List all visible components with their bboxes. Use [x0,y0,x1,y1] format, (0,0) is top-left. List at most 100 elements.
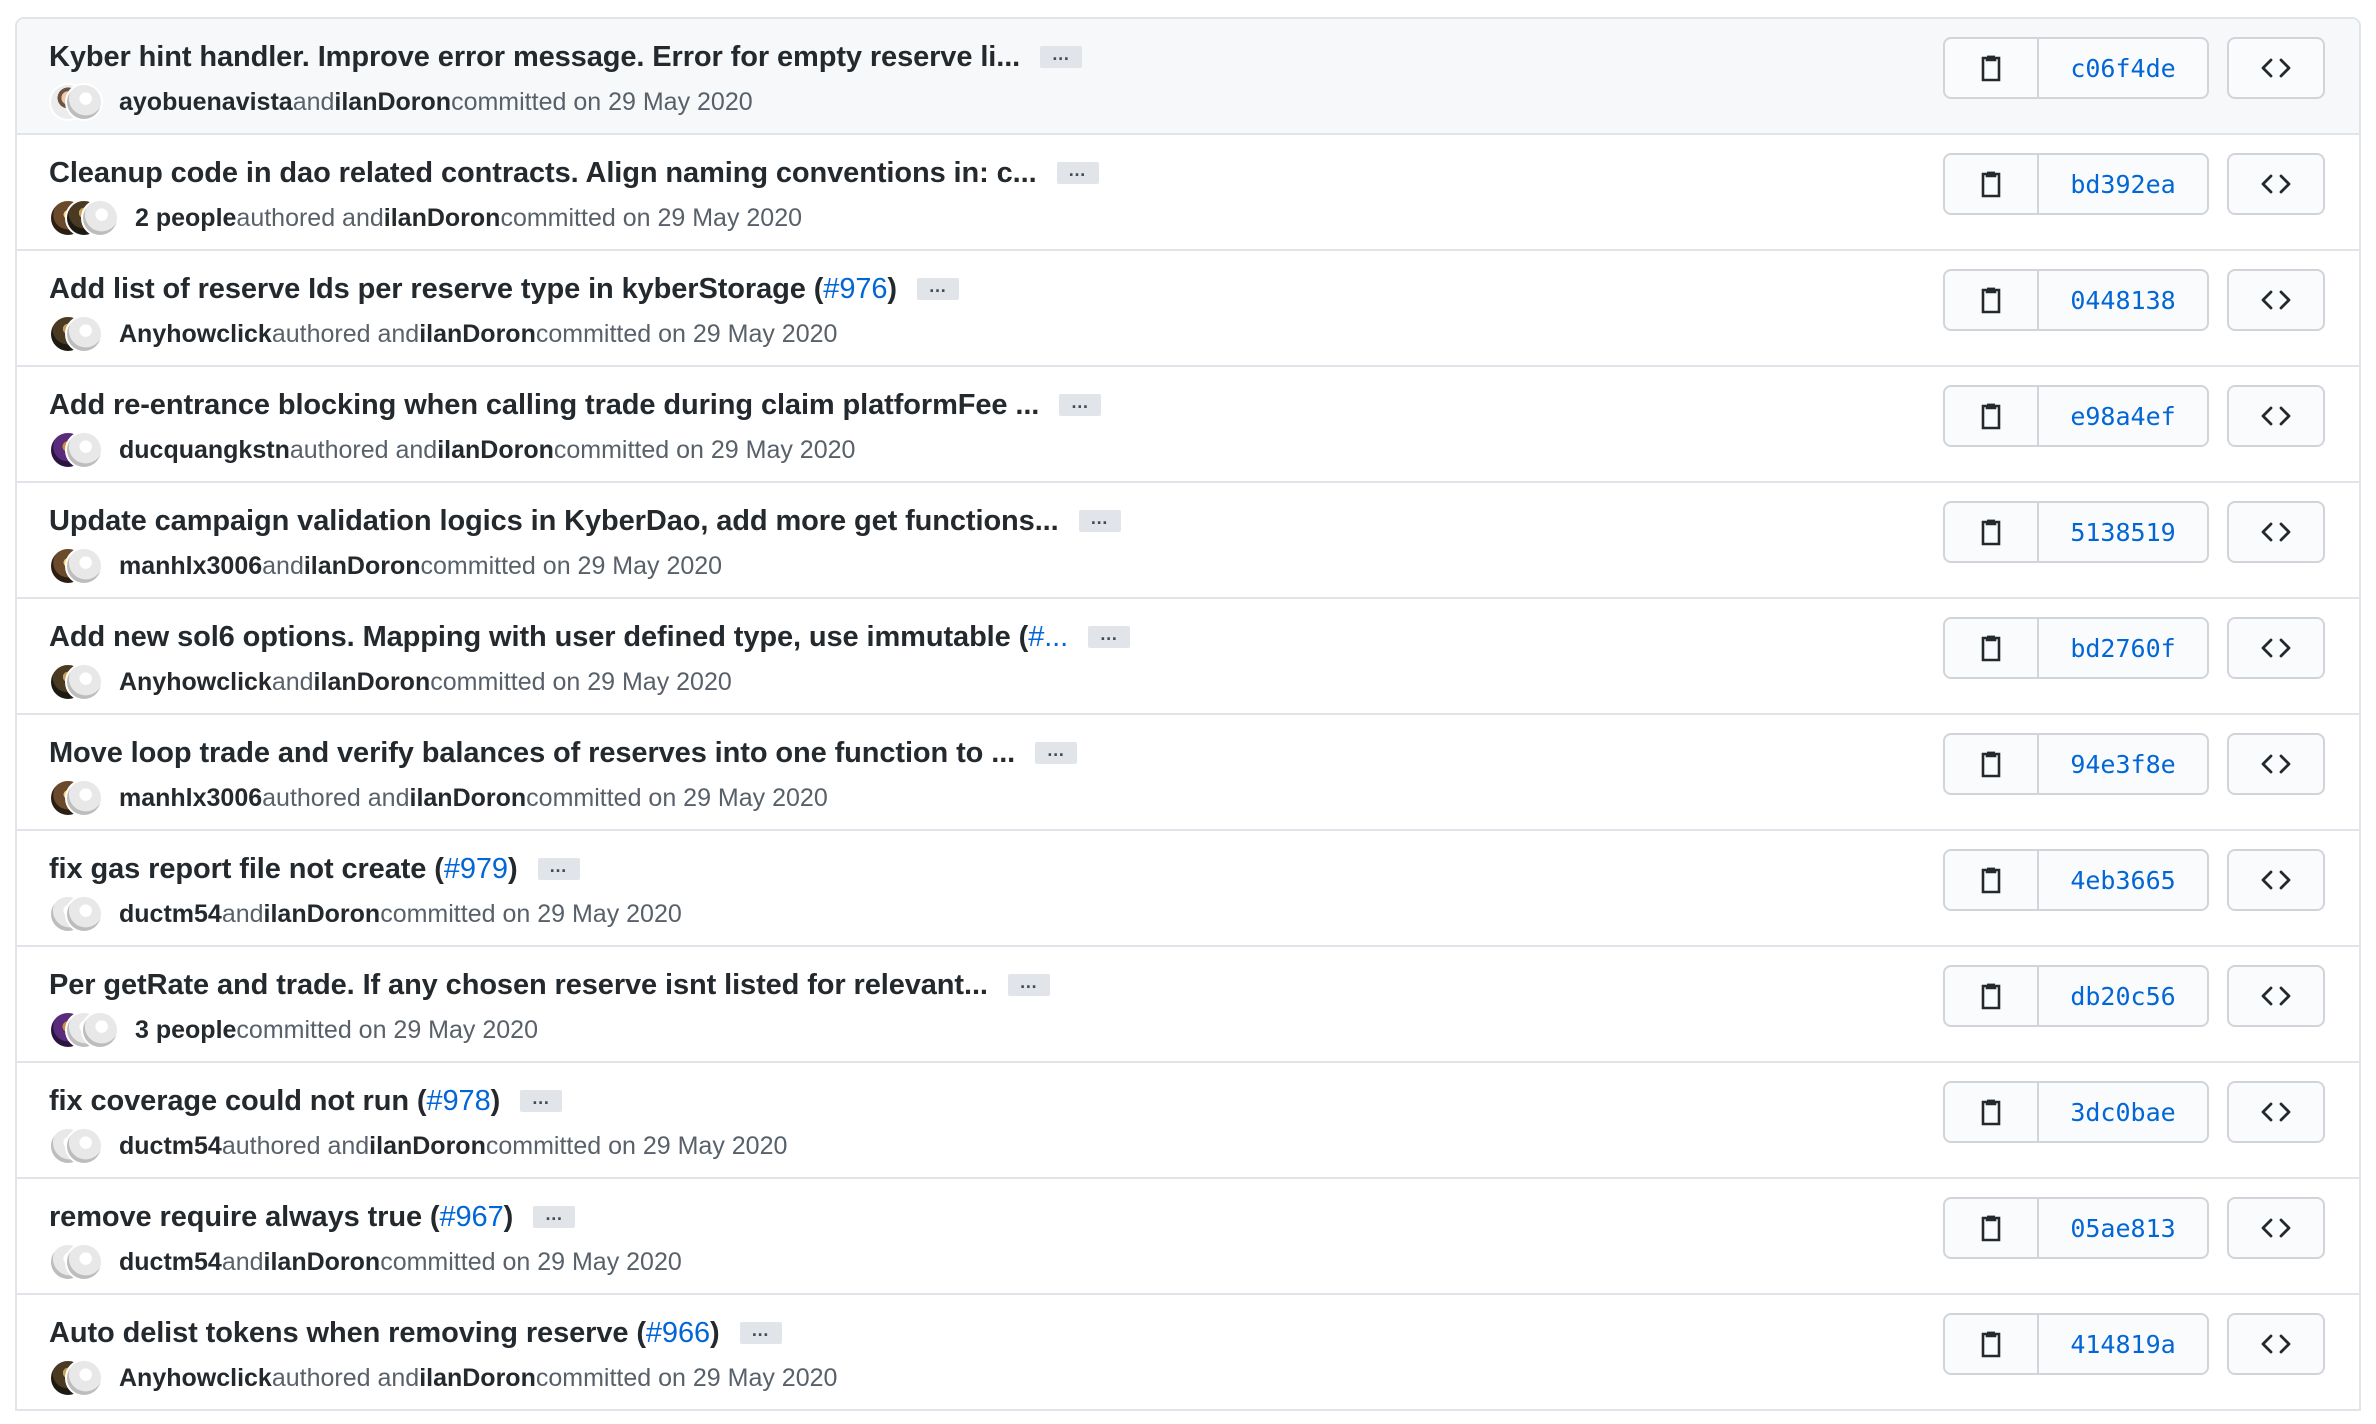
commit-title[interactable]: Per getRate and trade. If any chosen res… [49,969,988,1002]
browse-repo-button[interactable] [2227,617,2325,679]
commit-title[interactable]: Kyber hint handler. Improve error messag… [49,41,1020,74]
pull-request-link[interactable]: #... [1028,621,1068,653]
commit-message[interactable]: Add re-entrance blocking when calling tr… [49,389,1039,421]
commit-title[interactable]: Move loop trade and verify balances of r… [49,737,1015,770]
commit-title-suffix[interactable]: ) [491,1085,501,1117]
commit-sha-link[interactable]: 5138519 [2039,503,2207,561]
commit-title[interactable]: fix gas report file not create (#979) [49,853,518,886]
browse-repo-button[interactable] [2227,269,2325,331]
pull-request-link[interactable]: #976 [823,273,887,305]
committer-link[interactable]: ilanDoron [304,552,421,581]
commit-sha-link[interactable]: 94e3f8e [2039,735,2207,793]
author-link[interactable]: ductm54 [119,1248,222,1277]
commit-message[interactable]: fix coverage could not run ( [49,1085,427,1117]
copy-sha-button[interactable] [1945,1083,2039,1141]
expand-message-button[interactable]: … [1059,393,1102,416]
committer-link[interactable]: ilanDoron [264,900,381,929]
commit-title[interactable]: remove require always true (#967) [49,1201,513,1234]
expand-message-button[interactable]: … [1056,161,1099,184]
expand-message-button[interactable]: … [520,1089,563,1112]
avatar-stack[interactable] [49,1127,103,1165]
commit-sha-link[interactable]: 0448138 [2039,271,2207,329]
avatar[interactable] [65,1359,103,1397]
avatar[interactable] [65,431,103,469]
expand-message-button[interactable]: … [1035,741,1078,764]
expand-message-button[interactable]: … [1088,625,1131,648]
commit-message[interactable]: Kyber hint handler. Improve error messag… [49,41,1020,73]
expand-message-button[interactable]: … [916,277,959,300]
commit-sha-link[interactable]: bd2760f [2039,619,2207,677]
expand-message-button[interactable]: … [1078,509,1121,532]
avatar-stack[interactable] [49,315,103,353]
pull-request-link[interactable]: #979 [444,853,508,885]
commit-title-suffix[interactable]: ) [710,1317,720,1349]
commit-title[interactable]: Add new sol6 options. Mapping with user … [49,621,1068,654]
commit-title[interactable]: fix coverage could not run (#978) [49,1085,500,1118]
people-count-link[interactable]: 3 people [135,1016,236,1045]
avatar[interactable] [65,547,103,585]
commit-message[interactable]: Per getRate and trade. If any chosen res… [49,969,988,1001]
commit-message[interactable]: Auto delist tokens when removing reserve… [49,1317,646,1349]
browse-repo-button[interactable] [2227,37,2325,99]
committer-link[interactable]: ilanDoron [419,320,536,349]
commit-title-suffix[interactable]: ) [504,1201,514,1233]
author-link[interactable]: ducquangkstn [119,436,290,465]
avatar-stack[interactable] [49,431,103,469]
commit-sha-link[interactable]: e98a4ef [2039,387,2207,445]
commit-message[interactable]: Move loop trade and verify balances of r… [49,737,1015,769]
commit-sha-link[interactable]: bd392ea [2039,155,2207,213]
browse-repo-button[interactable] [2227,501,2325,563]
people-count-link[interactable]: 2 people [135,204,236,233]
avatar[interactable] [65,663,103,701]
committer-link[interactable]: ilanDoron [384,204,501,233]
copy-sha-button[interactable] [1945,851,2039,909]
author-link[interactable]: ductm54 [119,900,222,929]
committer-link[interactable]: ilanDoron [410,784,527,813]
browse-repo-button[interactable] [2227,153,2325,215]
pull-request-link[interactable]: #967 [440,1201,504,1233]
commit-title[interactable]: Auto delist tokens when removing reserve… [49,1317,720,1350]
copy-sha-button[interactable] [1945,735,2039,793]
avatar-stack[interactable] [49,663,103,701]
avatar-stack[interactable] [49,779,103,817]
pull-request-link[interactable]: #978 [426,1085,490,1117]
commit-title-suffix[interactable]: ) [508,853,518,885]
commit-title-suffix[interactable]: ) [887,273,897,305]
pull-request-link[interactable]: #966 [646,1317,710,1349]
author-link[interactable]: manhlx3006 [119,552,262,581]
avatar-stack[interactable] [49,895,103,933]
browse-repo-button[interactable] [2227,965,2325,1027]
commit-sha-link[interactable]: 414819a [2039,1315,2207,1373]
avatar[interactable] [65,1243,103,1281]
browse-repo-button[interactable] [2227,733,2325,795]
expand-message-button[interactable]: … [1040,45,1083,68]
committer-link[interactable]: ilanDoron [419,1364,536,1393]
author-link[interactable]: ductm54 [119,1132,222,1161]
copy-sha-button[interactable] [1945,271,2039,329]
commit-title[interactable]: Add re-entrance blocking when calling tr… [49,389,1039,422]
avatar-stack[interactable] [49,1011,119,1049]
commit-sha-link[interactable]: 4eb3665 [2039,851,2207,909]
commit-message[interactable]: Add new sol6 options. Mapping with user … [49,621,1028,653]
avatar[interactable] [81,1011,119,1049]
committer-link[interactable]: ilanDoron [437,436,554,465]
commit-title[interactable]: Add list of reserve Ids per reserve type… [49,273,897,306]
avatar-stack[interactable] [49,1243,103,1281]
avatar-stack[interactable] [49,547,103,585]
committer-link[interactable]: ilanDoron [314,668,431,697]
commit-title[interactable]: Update campaign validation logics in Kyb… [49,505,1059,538]
avatar-stack[interactable] [49,83,103,121]
copy-sha-button[interactable] [1945,619,2039,677]
avatar-stack[interactable] [49,1359,103,1397]
author-link[interactable]: ayobuenavista [119,88,293,117]
copy-sha-button[interactable] [1945,1315,2039,1373]
author-link[interactable]: Anyhowclick [119,320,272,349]
copy-sha-button[interactable] [1945,503,2039,561]
author-link[interactable]: manhlx3006 [119,784,262,813]
author-link[interactable]: Anyhowclick [119,668,272,697]
avatar[interactable] [65,83,103,121]
committer-link[interactable]: ilanDoron [264,1248,381,1277]
committer-link[interactable]: ilanDoron [369,1132,486,1161]
copy-sha-button[interactable] [1945,1199,2039,1257]
expand-message-button[interactable]: … [537,857,580,880]
